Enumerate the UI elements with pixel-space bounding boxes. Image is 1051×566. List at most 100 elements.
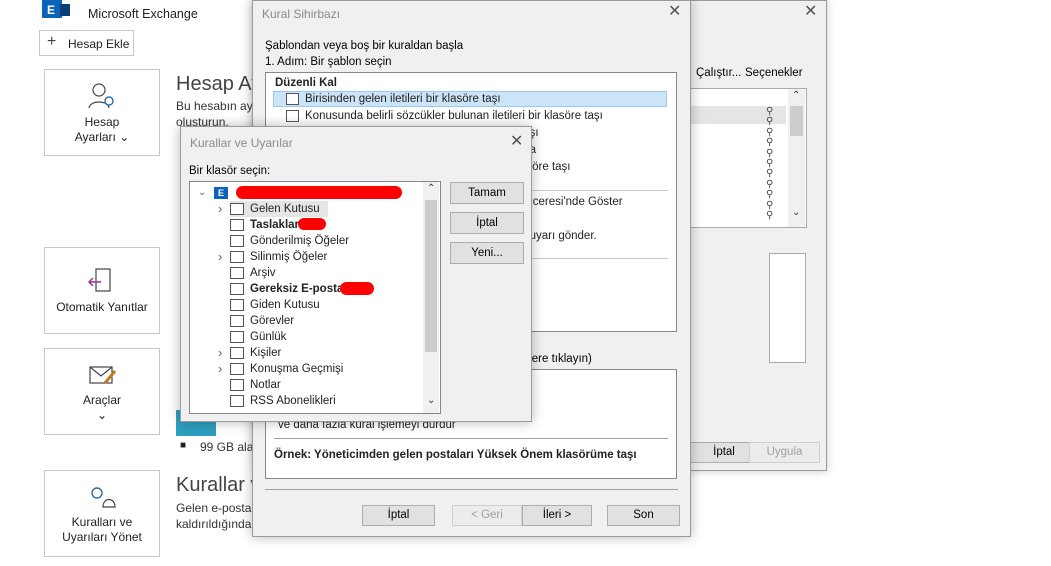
plus-icon: + xyxy=(47,33,57,50)
add-account-label: Hesap Ekle xyxy=(68,37,130,51)
scroll-up-icon[interactable]: ⌃ xyxy=(792,90,800,101)
folder-label: Gelen Kutusu xyxy=(250,203,320,215)
add-account-button[interactable]: + Hesap Ekle xyxy=(39,30,134,56)
folder-picker-dialog: Kurallar ve Uyarılar ✕ Bir klasör seçin:… xyxy=(180,126,532,422)
rules-apply-button[interactable]: Uygula xyxy=(749,442,820,463)
folder-item[interactable]: Arşiv xyxy=(218,265,418,281)
wizard-intro: Şablondan veya boş bir kuraldan başla xyxy=(265,40,464,52)
folder-item[interactable]: RSS Abonelikleri xyxy=(218,393,418,409)
template-group-label: Düzenli Kal xyxy=(275,77,337,89)
tools-label: Araçlar ⌄ xyxy=(82,392,121,422)
wizard-back-button[interactable]: < Geri xyxy=(452,505,522,526)
rules-text-2: kaldırıldığında xyxy=(176,517,252,531)
automatic-replies-label: Otomatik Yanıtlar xyxy=(56,300,148,314)
folder-label: Taslaklar xyxy=(250,219,300,231)
redacted-count xyxy=(298,218,326,230)
folder-label: Arşiv xyxy=(250,267,276,279)
ok-button[interactable]: Tamam xyxy=(450,182,524,204)
folder-item[interactable]: › Silinmiş Öğeler xyxy=(218,249,418,265)
options-button[interactable]: Seçenekler xyxy=(745,67,803,79)
notes-icon xyxy=(230,379,244,391)
folder-item[interactable]: Görevler xyxy=(218,313,418,329)
folder-label: Giden Kutusu xyxy=(250,299,320,311)
scroll-down-icon[interactable]: ⌄ xyxy=(792,207,800,218)
tools-tile[interactable]: Araçlar ⌄ xyxy=(44,348,160,435)
folder-label: Notlar xyxy=(250,379,281,391)
wizard-finish-button[interactable]: Son xyxy=(607,505,680,526)
account-settings-tile[interactable]: Hesap Ayarları ⌄ xyxy=(44,69,160,156)
folder-label: Konuşma Geçmişi xyxy=(250,363,344,375)
account-settings-label: Hesap Ayarları ⌄ xyxy=(74,114,130,144)
folder-label: Kişiler xyxy=(250,347,282,359)
close-icon[interactable]: ✕ xyxy=(804,4,817,20)
wizard-separator xyxy=(265,489,678,490)
expand-icon[interactable]: › xyxy=(218,249,228,265)
example-text: Örnek: Yöneticimden gelen postaları Yüks… xyxy=(274,449,637,461)
wizard-close-icon[interactable]: ✕ xyxy=(668,4,681,20)
rules-list-scrollbar[interactable]: ⌃ ⌄ xyxy=(788,89,805,227)
expand-icon[interactable]: › xyxy=(218,361,228,377)
template-label: enceresi'nde Göster xyxy=(520,196,623,208)
svg-text:E: E xyxy=(47,3,55,17)
move-icon xyxy=(286,109,299,122)
account-settings-heading: Hesap Ay xyxy=(176,73,262,95)
template-label: Konusunda belirli sözcükler bulunan ilet… xyxy=(305,110,603,122)
redacted-count xyxy=(340,282,374,295)
manage-rules-tile[interactable]: Kuralları ve Uyarıları Yönet xyxy=(44,470,160,557)
cancel-button[interactable]: İptal xyxy=(450,212,524,234)
auto-reply-icon xyxy=(88,268,111,292)
account-settings-text-1: Bu hesabın aya xyxy=(176,99,260,113)
folder-prompt: Bir klasör seçin: xyxy=(189,165,271,177)
folder-item[interactable]: Gereksiz E-posta xyxy=(218,281,418,297)
redacted-account-name xyxy=(236,186,402,199)
template-item[interactable]: enceresi'nde Göster xyxy=(520,194,623,210)
wizard-step1: 1. Adım: Bir şablon seçin xyxy=(265,56,392,68)
junk-icon xyxy=(230,283,244,295)
run-now-button[interactable]: Çalıştır... xyxy=(696,67,741,79)
tasks-icon xyxy=(230,315,244,327)
folder-label: Gönderilmiş Öğeler xyxy=(250,235,350,247)
folder-tree: ⌄ E › Gelen Kutusu Taslaklar Gönderilmiş Öğ… xyxy=(189,181,441,414)
account-name: Microsoft Exchange xyxy=(88,7,198,21)
rules-text-1: Gelen e-posta xyxy=(176,501,252,515)
scroll-thumb[interactable] xyxy=(790,106,803,136)
new-folder-button[interactable]: Yeni... xyxy=(450,242,524,264)
folder-label: RSS Abonelikleri xyxy=(250,395,336,407)
account-selector[interactable]: E Microsoft Exchange xyxy=(40,0,255,24)
folder-item[interactable]: Notlar xyxy=(218,377,418,393)
folder-label: Gereksiz E-posta xyxy=(250,283,344,295)
journal-icon xyxy=(230,331,244,343)
folder-item[interactable]: › Gelen Kutusu xyxy=(218,201,418,217)
template-label: Birisinden gelen iletileri bir klasöre t… xyxy=(305,93,501,105)
tree-scrollbar[interactable]: ⌃ ⌄ xyxy=(423,182,439,413)
folder-dialog-close-icon[interactable]: ✕ xyxy=(510,134,523,150)
sent-icon xyxy=(230,235,244,247)
trash-icon xyxy=(230,251,244,263)
automatic-replies-tile[interactable]: Otomatik Yanıtlar xyxy=(44,247,160,334)
expand-icon[interactable]: › xyxy=(218,345,228,361)
scroll-thumb[interactable] xyxy=(425,200,437,352)
rule-action-icons: ⚲ ⚲ ⚲ ⚲ ⚲ ⚲ ⚲ ⚲ ⚲ ⚲ ⚲ xyxy=(766,106,774,222)
folder-item[interactable]: › Konuşma Geçmişi xyxy=(218,361,418,377)
manage-rules-icon xyxy=(91,486,116,508)
outbox-icon xyxy=(230,299,244,311)
scroll-down-icon[interactable]: ⌄ xyxy=(427,395,435,406)
template-item[interactable]: Konusunda belirli sözcükler bulunan ilet… xyxy=(286,108,603,124)
expand-icon[interactable]: › xyxy=(218,201,228,217)
folder-item[interactable]: › Kişiler xyxy=(218,345,418,361)
folder-item[interactable]: Giden Kutusu xyxy=(218,297,418,313)
exchange-icon: E xyxy=(42,0,72,18)
manage-rules-label: Kuralları ve Uyarıları Yönet xyxy=(62,514,142,544)
contacts-icon xyxy=(230,347,244,359)
bullet: ■ xyxy=(180,440,187,451)
folder-label: Günlük xyxy=(250,331,287,343)
template-item[interactable]: Birisinden gelen iletileri bir klasöre t… xyxy=(286,91,501,107)
wizard-cancel-button[interactable]: İptal xyxy=(362,505,435,526)
folder-item[interactable]: Günlük xyxy=(218,329,418,345)
wizard-title: Kural Sihirbazı xyxy=(262,7,341,21)
collapse-icon[interactable]: ⌄ xyxy=(198,185,208,201)
scroll-up-icon[interactable]: ⌃ xyxy=(427,183,435,194)
wizard-next-button[interactable]: İleri > xyxy=(522,505,592,526)
folder-label: Silinmiş Öğeler xyxy=(250,251,328,263)
folder-item[interactable]: Gönderilmiş Öğeler xyxy=(218,233,418,249)
